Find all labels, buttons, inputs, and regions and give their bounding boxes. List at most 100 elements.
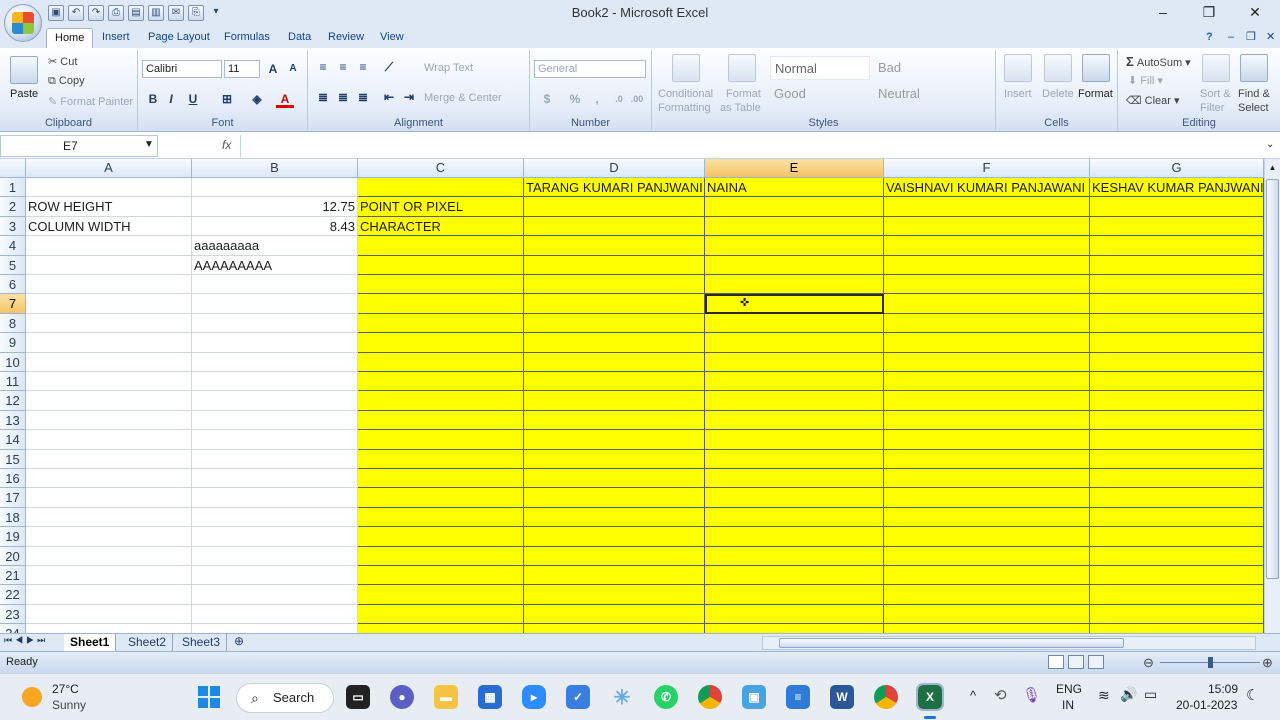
cell-g5[interactable] xyxy=(1090,255,1264,275)
cell-a21[interactable] xyxy=(26,566,192,586)
cell-b1[interactable] xyxy=(192,178,358,198)
row-header-15[interactable]: 15 xyxy=(0,449,26,469)
vertical-scrollbar[interactable]: ▲ xyxy=(1264,159,1280,633)
column-header-g[interactable]: G xyxy=(1090,159,1264,178)
cell-e17[interactable] xyxy=(705,488,884,508)
cell-g3[interactable] xyxy=(1090,216,1264,237)
cell-a1[interactable] xyxy=(26,178,192,198)
cell-g21[interactable] xyxy=(1090,566,1264,586)
cell-a10[interactable] xyxy=(26,352,192,372)
cell-e24[interactable] xyxy=(705,624,884,633)
office-button[interactable] xyxy=(4,4,42,42)
cell-e12[interactable] xyxy=(705,391,884,411)
zoom-out-icon[interactable]: ⊖ xyxy=(1143,655,1154,671)
cell-c21[interactable] xyxy=(358,566,524,586)
find-select-icon[interactable] xyxy=(1240,54,1268,82)
autosum-button[interactable]: Σ AutoSum ▾ xyxy=(1126,54,1191,69)
cell-g19[interactable] xyxy=(1090,527,1264,547)
store-icon[interactable]: ▦ xyxy=(478,685,502,709)
row-header-10[interactable]: 10 xyxy=(0,352,26,372)
cell-g23[interactable] xyxy=(1090,604,1264,625)
cell-b17[interactable] xyxy=(192,488,358,508)
delete-cells-button[interactable]: Delete xyxy=(1042,88,1074,100)
format-cells-icon[interactable] xyxy=(1082,54,1110,82)
cell-g12[interactable] xyxy=(1090,391,1264,411)
increase-decimal-icon[interactable]: .0 xyxy=(610,90,628,108)
file-explorer-icon[interactable]: ▬ xyxy=(434,685,458,709)
cell-b6[interactable] xyxy=(192,275,358,295)
cell-f19[interactable] xyxy=(884,527,1090,547)
cell-d18[interactable] xyxy=(524,507,705,528)
row-header-24[interactable]: 24 xyxy=(0,624,26,633)
save-icon[interactable]: ▣ xyxy=(48,5,64,21)
cell-g16[interactable] xyxy=(1090,469,1264,489)
cell-a4[interactable] xyxy=(26,236,192,256)
task-view-icon[interactable]: ▭ xyxy=(346,685,370,709)
name-box[interactable]: E7 xyxy=(0,135,158,157)
windows-start-icon[interactable] xyxy=(197,685,221,709)
cell-f5[interactable] xyxy=(884,255,1090,275)
cell-c24[interactable] xyxy=(358,624,524,633)
name-box-dropdown-icon[interactable]: ▼ xyxy=(144,139,154,150)
shrink-font-button[interactable]: A xyxy=(284,60,302,78)
cell-e7[interactable] xyxy=(705,294,884,314)
row-header-6[interactable]: 6 xyxy=(0,275,26,295)
todo-icon[interactable]: ✓ xyxy=(566,685,590,709)
zoom-app-icon[interactable]: ▸ xyxy=(522,685,546,709)
cell-e8[interactable] xyxy=(705,313,884,334)
align-bottom-icon[interactable]: ≡ xyxy=(354,58,372,76)
cell-c3[interactable]: CHARACTER xyxy=(358,216,524,237)
find-select-button[interactable]: Find & xyxy=(1238,88,1270,100)
decrease-indent-icon[interactable]: ⇤ xyxy=(380,88,398,106)
cell-c20[interactable] xyxy=(358,546,524,566)
undo-icon[interactable]: ↶ xyxy=(68,5,84,21)
email-icon[interactable]: ✉ xyxy=(168,5,184,21)
delete-cells-icon[interactable] xyxy=(1044,54,1072,82)
cell-c12[interactable] xyxy=(358,391,524,411)
cell-a6[interactable] xyxy=(26,275,192,295)
print-icon[interactable]: ⎘ xyxy=(188,5,204,21)
cell-e1[interactable]: NAINA xyxy=(705,178,884,198)
cell-e13[interactable] xyxy=(705,410,884,431)
cell-d10[interactable] xyxy=(524,352,705,372)
cell-a16[interactable] xyxy=(26,469,192,489)
row-header-16[interactable]: 16 xyxy=(0,469,26,489)
new-icon[interactable]: ▤ xyxy=(128,5,144,21)
minimize-button[interactable]: – xyxy=(1140,0,1186,26)
currency-icon[interactable]: $ xyxy=(538,90,556,108)
cell-f18[interactable] xyxy=(884,507,1090,528)
cell-c14[interactable] xyxy=(358,430,524,450)
cell-f11[interactable] xyxy=(884,372,1090,392)
cell-b19[interactable] xyxy=(192,527,358,547)
bold-button[interactable]: B xyxy=(144,90,162,108)
word-icon[interactable]: W xyxy=(830,685,854,709)
conditional-formatting-icon[interactable] xyxy=(672,54,700,82)
cell-d5[interactable] xyxy=(524,255,705,275)
cell-e20[interactable] xyxy=(705,546,884,566)
wrap-text-button[interactable]: Wrap Text xyxy=(424,62,473,74)
row-header-3[interactable]: 3 xyxy=(0,216,26,237)
cell-d6[interactable] xyxy=(524,275,705,295)
cell-d7[interactable] xyxy=(524,294,705,314)
style-normal[interactable]: Normal xyxy=(770,56,870,80)
row-header-5[interactable]: 5 xyxy=(0,255,26,275)
cell-g7[interactable] xyxy=(1090,294,1264,314)
cell-b15[interactable] xyxy=(192,449,358,469)
cell-d11[interactable] xyxy=(524,372,705,392)
cell-b21[interactable] xyxy=(192,566,358,586)
cell-e21[interactable] xyxy=(705,566,884,586)
cell-d8[interactable] xyxy=(524,313,705,334)
underline-button[interactable]: U xyxy=(184,90,202,108)
row-header-22[interactable]: 22 xyxy=(0,585,26,605)
weather-temp[interactable]: 27°C xyxy=(52,682,79,696)
cell-f3[interactable] xyxy=(884,216,1090,237)
cell-c19[interactable] xyxy=(358,527,524,547)
snipping-icon[interactable]: ✳ xyxy=(610,685,634,709)
style-bad[interactable]: Bad xyxy=(874,56,974,80)
cell-b16[interactable] xyxy=(192,469,358,489)
cell-d12[interactable] xyxy=(524,391,705,411)
cell-e15[interactable] xyxy=(705,449,884,469)
sheet-nav-arrows-icon[interactable]: ⏮◀▶⏭ xyxy=(4,635,48,646)
close-button[interactable]: ✕ xyxy=(1232,0,1278,26)
tab-review[interactable]: Review xyxy=(320,28,372,48)
